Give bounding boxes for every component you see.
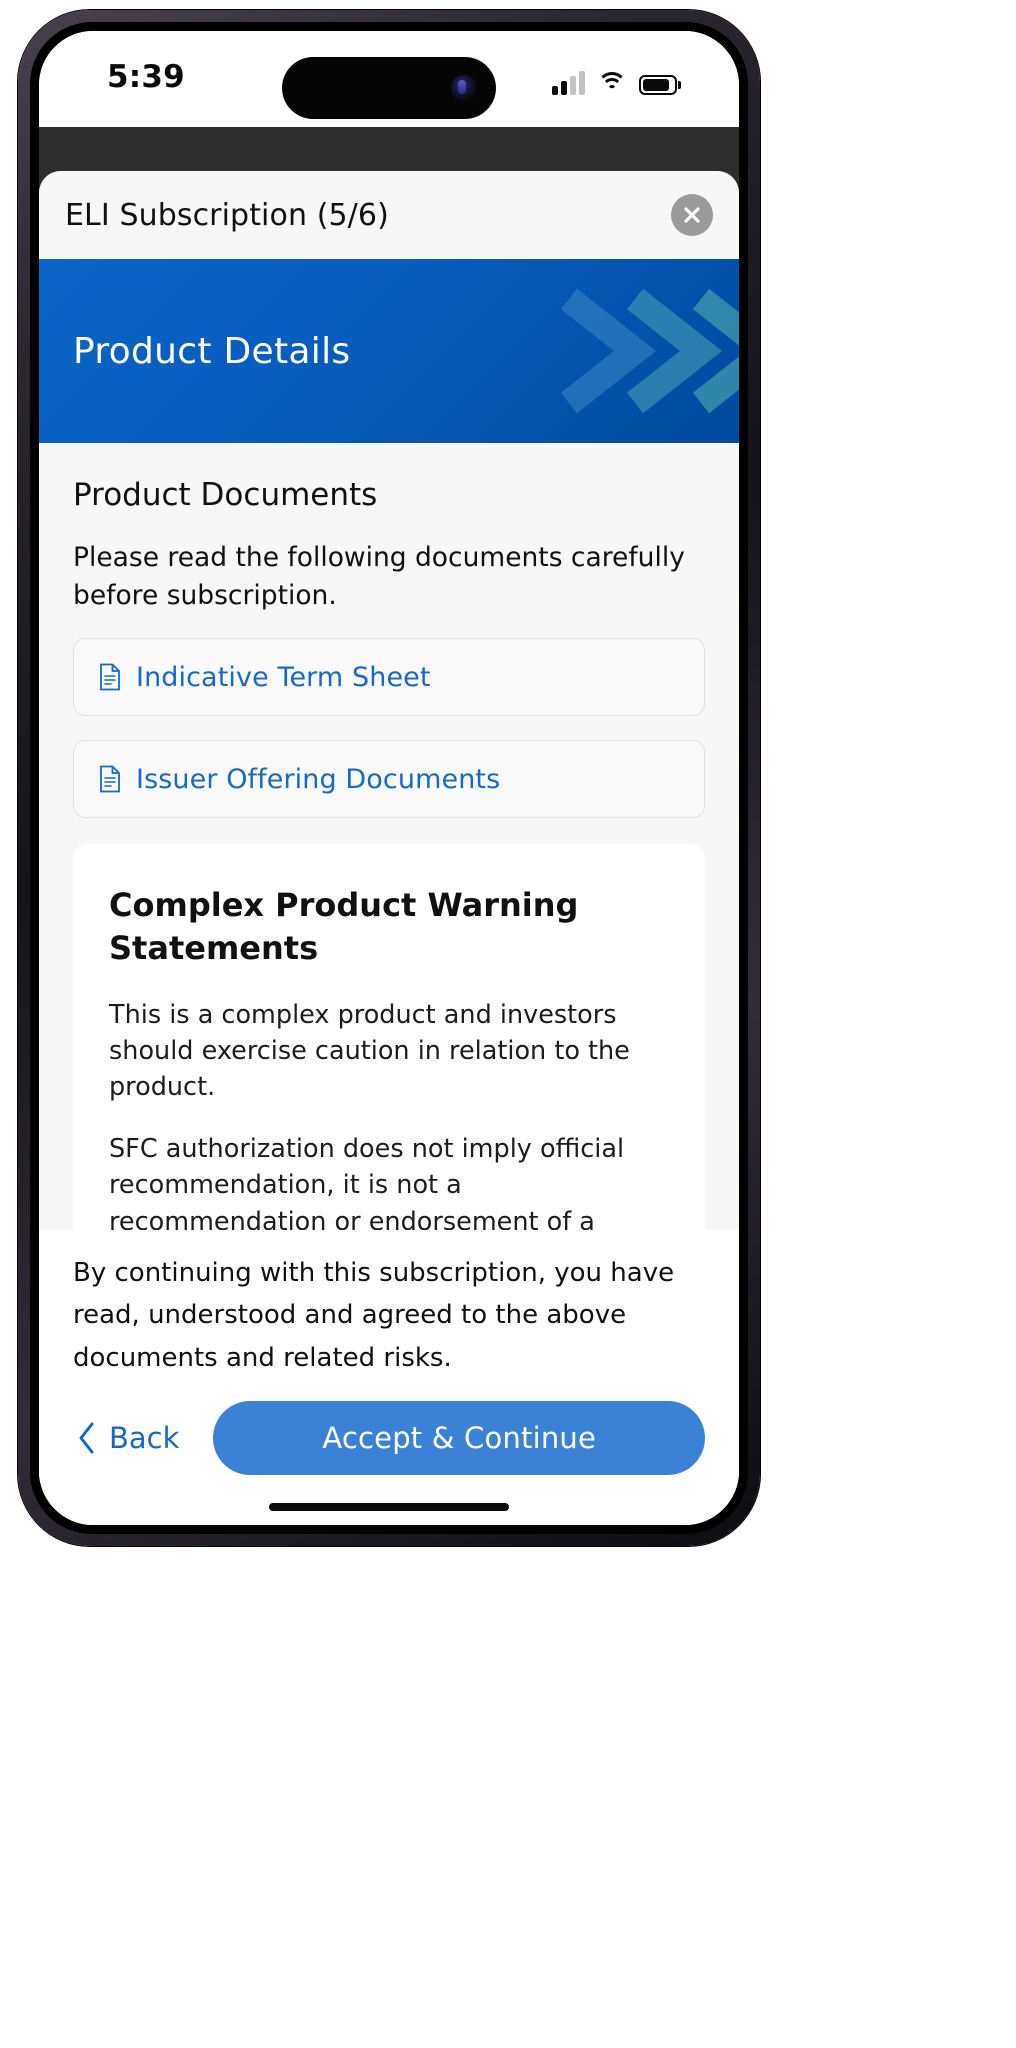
document-link-indicative-term-sheet[interactable]: Indicative Term Sheet	[73, 638, 705, 717]
status-bar-time: 5:39	[107, 59, 185, 95]
hero-banner: Product Details	[39, 259, 739, 443]
sheet-footer: By continuing with this subscription, yo…	[39, 1229, 739, 1525]
consent-text: By continuing with this subscription, yo…	[73, 1257, 675, 1373]
phone-device-frame: 5:39 ELI Subscription (5/6) Product Deta…	[18, 10, 760, 1546]
document-link-issuer-offering-documents[interactable]: Issuer Offering Documents	[73, 740, 705, 819]
phone-screen: 5:39 ELI Subscription (5/6) Product Deta…	[39, 31, 739, 1525]
page-title: ELI Subscription (5/6)	[65, 197, 389, 233]
close-icon	[684, 207, 700, 223]
back-button-label: Back	[109, 1421, 180, 1455]
cellular-signal-icon	[552, 71, 585, 95]
warning-paragraph: This is a complex product and investors …	[109, 999, 630, 1103]
hero-title: Product Details	[73, 330, 351, 372]
close-button[interactable]	[671, 194, 713, 236]
section-title: Product Documents	[73, 477, 378, 513]
accept-and-continue-button[interactable]: Accept & Continue	[213, 1401, 705, 1475]
warning-paragraph: SFC authorization does not imply officia…	[109, 1134, 625, 1230]
sheet-header: ELI Subscription (5/6)	[39, 171, 739, 259]
battery-fill	[643, 79, 669, 91]
front-camera-icon	[451, 75, 477, 101]
chevron-left-icon	[79, 1422, 94, 1454]
phone-bezel: 5:39 ELI Subscription (5/6) Product Deta…	[30, 22, 748, 1534]
document-link-label: Indicative Term Sheet	[136, 661, 431, 693]
dynamic-island	[282, 57, 496, 119]
footer-actions: Back Accept & Continue	[73, 1379, 705, 1493]
decorative-chevrons	[449, 259, 739, 443]
warning-card-title: Complex Product Warning Statements	[109, 886, 579, 968]
section-description: Please read the following documents care…	[73, 542, 685, 611]
battery-icon	[639, 75, 677, 95]
document-icon	[98, 765, 122, 793]
wifi-icon	[597, 72, 627, 95]
document-icon	[98, 663, 122, 691]
sheet-body[interactable]: Product Documents Please read the follow…	[39, 443, 739, 1230]
subscription-modal-sheet: ELI Subscription (5/6) Product Details P…	[39, 171, 739, 1525]
complex-product-warning-card: Complex Product Warning Statements This …	[73, 844, 705, 1230]
home-indicator	[269, 1503, 509, 1511]
status-bar: 5:39	[39, 31, 739, 127]
back-button[interactable]: Back	[73, 1411, 193, 1465]
document-link-label: Issuer Offering Documents	[136, 763, 501, 795]
status-bar-icons	[552, 65, 677, 95]
